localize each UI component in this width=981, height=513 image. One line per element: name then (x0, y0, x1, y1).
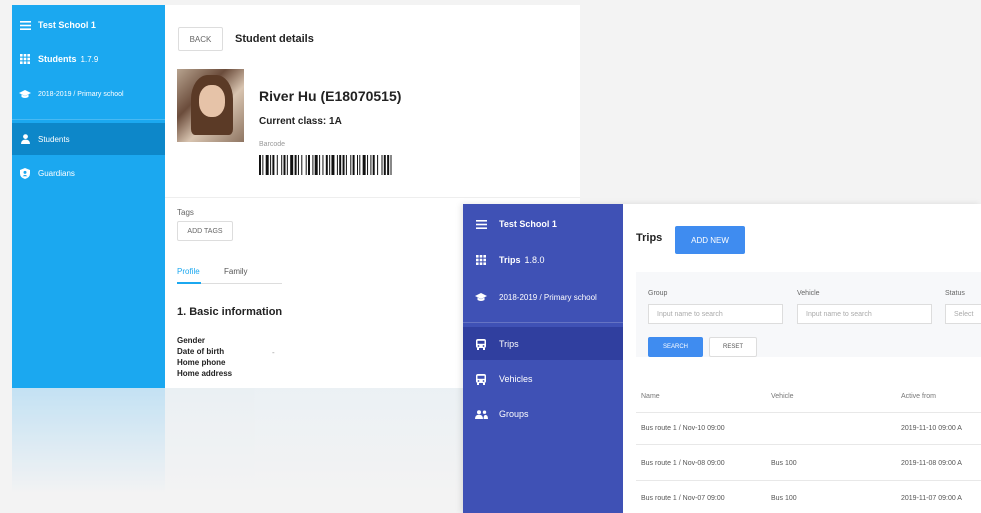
group-search-input[interactable]: Input name to search (648, 304, 783, 324)
page-title: Student details (235, 33, 314, 45)
school-name: Test School 1 (38, 20, 96, 30)
trips-window: Test School 1 Trips 1.8.0 2018-2019 / Pr… (463, 204, 981, 513)
field-dob-value: - (272, 348, 275, 357)
table-row-divider (636, 444, 981, 445)
trips-sidebar: Test School 1 Trips 1.8.0 2018-2019 / Pr… (463, 204, 623, 513)
school-switcher[interactable]: Test School 1 (463, 216, 557, 232)
status-filter-label: Status (945, 290, 965, 297)
table-cell-vehicle: Bus 100 (771, 460, 797, 467)
tab-family[interactable]: Family (224, 267, 248, 276)
sidebar-item-vehicles[interactable]: Vehicles (463, 371, 533, 387)
bus-icon (463, 373, 499, 385)
person-icon (12, 134, 38, 144)
sidebar-divider (12, 119, 165, 120)
table-cell-active-from: 2019-11-10 09:00 A (901, 425, 962, 432)
table-cell-vehicle: Bus 100 (771, 495, 797, 502)
back-button[interactable]: BACK (178, 27, 223, 51)
status-select[interactable]: Select (945, 304, 981, 324)
term-switcher[interactable]: 2018-2019 / Primary school (12, 86, 124, 102)
sidebar-item-label: Trips (499, 339, 519, 349)
sidebar-item-label: Guardians (38, 168, 75, 178)
sidebar-item-groups[interactable]: Groups (463, 406, 529, 422)
group-icon (463, 409, 499, 419)
sidebar-item-trips[interactable]: Trips (463, 336, 519, 352)
app-name: Students (38, 54, 77, 64)
table-cell-active-from: 2019-11-07 09:00 A (901, 495, 962, 502)
tab-active-indicator (177, 282, 201, 284)
trips-content: Trips ADD NEW Group Input name to search… (623, 204, 981, 513)
table-row-divider (636, 480, 981, 481)
sidebar-item-label: Vehicles (499, 374, 533, 384)
field-gender-label: Gender (177, 336, 206, 345)
app-version: 1.7.9 (80, 54, 99, 64)
sidebar-item-students[interactable]: Students (12, 131, 70, 147)
barcode-label: Barcode (259, 141, 286, 148)
student-sidebar: Test School 1 Students 1.7.9 2018-2019 /… (12, 5, 165, 388)
menu-icon[interactable] (463, 219, 499, 229)
current-class: Current class: 1A (259, 116, 342, 127)
table-row-divider (636, 412, 981, 413)
tab-profile[interactable]: Profile (177, 267, 200, 276)
section-title: 1. Basic information (177, 306, 283, 318)
sidebar-reflection (12, 388, 165, 493)
sidebar-item-label: Groups (499, 409, 529, 419)
app-version: 1.8.0 (524, 255, 545, 265)
field-home-address-label: Home address (177, 369, 233, 378)
field-home-phone-label: Home phone (177, 358, 226, 367)
add-new-button[interactable]: ADD NEW (675, 226, 745, 254)
apps-grid-icon (12, 54, 38, 64)
add-tags-button[interactable]: ADD TAGS (177, 221, 233, 241)
group-filter-label: Group (648, 290, 668, 297)
barcode-image (259, 155, 392, 175)
bus-icon (463, 338, 499, 350)
tags-label: Tags (177, 208, 194, 217)
term-label: 2018-2019 / Primary school (38, 90, 124, 98)
apps-grid-icon (463, 255, 499, 265)
reset-button[interactable]: RESET (709, 337, 757, 357)
field-dob-label: Date of birth (177, 347, 225, 356)
student-photo (177, 69, 244, 142)
term-label: 2018-2019 / Primary school (499, 292, 597, 302)
menu-icon[interactable] (12, 20, 38, 30)
vehicle-search-input[interactable]: Input name to search (797, 304, 932, 324)
photo-face (199, 85, 225, 117)
app-switcher[interactable]: Students 1.7.9 (12, 51, 98, 67)
column-header-active-from[interactable]: Active from (901, 393, 936, 400)
column-header-name[interactable]: Name (641, 393, 660, 400)
graduation-cap-icon (463, 292, 499, 302)
table-cell-name[interactable]: Bus route 1 / Nov-08 09:00 (641, 460, 725, 467)
term-switcher[interactable]: 2018-2019 / Primary school (463, 289, 597, 305)
table-cell-name[interactable]: Bus route 1 / Nov-10 09:00 (641, 425, 725, 432)
search-button[interactable]: SEARCH (648, 337, 703, 357)
app-name: Trips (499, 255, 521, 265)
sidebar-divider (463, 322, 623, 323)
sidebar-item-guardians[interactable]: Guardians (12, 165, 75, 181)
table-cell-name[interactable]: Bus route 1 / Nov-07 09:00 (641, 495, 725, 502)
page-title: Trips (636, 232, 663, 244)
student-name: River Hu (E18070515) (259, 88, 402, 104)
shield-person-icon (12, 167, 38, 179)
school-name: Test School 1 (499, 219, 557, 229)
graduation-cap-icon (12, 89, 38, 99)
school-switcher[interactable]: Test School 1 (12, 17, 96, 33)
column-header-vehicle[interactable]: Vehicle (771, 393, 794, 400)
sidebar-item-label: Students (38, 134, 70, 144)
vehicle-filter-label: Vehicle (797, 290, 820, 297)
table-cell-active-from: 2019-11-08 09:00 A (901, 460, 962, 467)
section-divider (165, 197, 580, 198)
app-switcher[interactable]: Trips 1.8.0 (463, 252, 545, 268)
